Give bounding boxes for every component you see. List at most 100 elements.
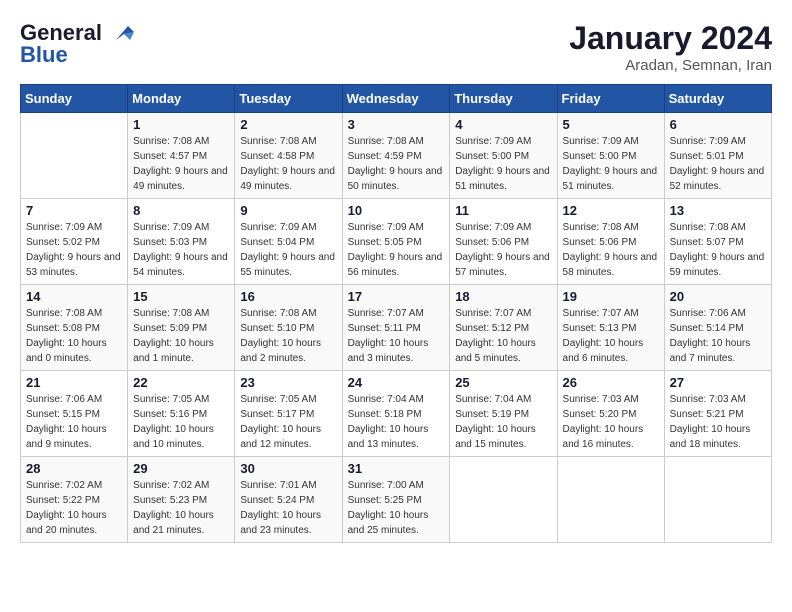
day-info: Sunrise: 7:04 AMSunset: 5:19 PMDaylight:… bbox=[455, 392, 551, 452]
day-info: Sunrise: 7:02 AMSunset: 5:23 PMDaylight:… bbox=[133, 478, 229, 538]
day-number: 8 bbox=[133, 203, 229, 218]
day-info: Sunrise: 7:08 AMSunset: 4:58 PMDaylight:… bbox=[240, 134, 336, 194]
calendar-cell: 9 Sunrise: 7:09 AMSunset: 5:04 PMDayligh… bbox=[235, 199, 342, 285]
calendar-cell: 14 Sunrise: 7:08 AMSunset: 5:08 PMDaylig… bbox=[21, 285, 128, 371]
calendar-cell: 11 Sunrise: 7:09 AMSunset: 5:06 PMDaylig… bbox=[450, 199, 557, 285]
day-info: Sunrise: 7:04 AMSunset: 5:18 PMDaylight:… bbox=[348, 392, 445, 452]
day-info: Sunrise: 7:08 AMSunset: 5:08 PMDaylight:… bbox=[26, 306, 122, 366]
day-number: 21 bbox=[26, 375, 122, 390]
calendar-cell: 12 Sunrise: 7:08 AMSunset: 5:06 PMDaylig… bbox=[557, 199, 664, 285]
calendar-cell bbox=[557, 457, 664, 543]
day-number: 17 bbox=[348, 289, 445, 304]
calendar-cell: 8 Sunrise: 7:09 AMSunset: 5:03 PMDayligh… bbox=[128, 199, 235, 285]
day-info: Sunrise: 7:08 AMSunset: 4:59 PMDaylight:… bbox=[348, 134, 445, 194]
day-info: Sunrise: 7:09 AMSunset: 5:05 PMDaylight:… bbox=[348, 220, 445, 280]
header-sunday: Sunday bbox=[21, 85, 128, 113]
calendar-cell: 23 Sunrise: 7:05 AMSunset: 5:17 PMDaylig… bbox=[235, 371, 342, 457]
calendar-cell: 18 Sunrise: 7:07 AMSunset: 5:12 PMDaylig… bbox=[450, 285, 557, 371]
calendar-cell: 27 Sunrise: 7:03 AMSunset: 5:21 PMDaylig… bbox=[664, 371, 771, 457]
day-info: Sunrise: 7:09 AMSunset: 5:03 PMDaylight:… bbox=[133, 220, 229, 280]
day-info: Sunrise: 7:02 AMSunset: 5:22 PMDaylight:… bbox=[26, 478, 122, 538]
calendar-cell bbox=[450, 457, 557, 543]
day-info: Sunrise: 7:03 AMSunset: 5:20 PMDaylight:… bbox=[563, 392, 659, 452]
day-info: Sunrise: 7:09 AMSunset: 5:02 PMDaylight:… bbox=[26, 220, 122, 280]
calendar-cell: 21 Sunrise: 7:06 AMSunset: 5:15 PMDaylig… bbox=[21, 371, 128, 457]
day-number: 30 bbox=[240, 461, 336, 476]
calendar-cell: 2 Sunrise: 7:08 AMSunset: 4:58 PMDayligh… bbox=[235, 113, 342, 199]
title-block: January 2024 Aradan, Semnan, Iran bbox=[569, 20, 772, 74]
day-number: 16 bbox=[240, 289, 336, 304]
day-number: 2 bbox=[240, 117, 336, 132]
day-info: Sunrise: 7:09 AMSunset: 5:00 PMDaylight:… bbox=[563, 134, 659, 194]
header-monday: Monday bbox=[128, 85, 235, 113]
calendar-header-row: SundayMondayTuesdayWednesdayThursdayFrid… bbox=[21, 85, 772, 113]
calendar-title: January 2024 bbox=[569, 20, 772, 57]
day-number: 5 bbox=[563, 117, 659, 132]
day-info: Sunrise: 7:01 AMSunset: 5:24 PMDaylight:… bbox=[240, 478, 336, 538]
day-info: Sunrise: 7:09 AMSunset: 5:04 PMDaylight:… bbox=[240, 220, 336, 280]
day-number: 25 bbox=[455, 375, 551, 390]
day-info: Sunrise: 7:06 AMSunset: 5:15 PMDaylight:… bbox=[26, 392, 122, 452]
header-wednesday: Wednesday bbox=[342, 85, 450, 113]
day-info: Sunrise: 7:08 AMSunset: 5:07 PMDaylight:… bbox=[670, 220, 766, 280]
calendar-cell: 26 Sunrise: 7:03 AMSunset: 5:20 PMDaylig… bbox=[557, 371, 664, 457]
calendar-cell: 22 Sunrise: 7:05 AMSunset: 5:16 PMDaylig… bbox=[128, 371, 235, 457]
day-info: Sunrise: 7:05 AMSunset: 5:16 PMDaylight:… bbox=[133, 392, 229, 452]
day-number: 3 bbox=[348, 117, 445, 132]
logo: General Blue bbox=[20, 20, 136, 68]
calendar-table: SundayMondayTuesdayWednesdayThursdayFrid… bbox=[20, 84, 772, 543]
day-number: 29 bbox=[133, 461, 229, 476]
day-info: Sunrise: 7:07 AMSunset: 5:12 PMDaylight:… bbox=[455, 306, 551, 366]
page-header: General Blue January 2024 Aradan, Semnan… bbox=[20, 20, 772, 74]
logo-bird-icon bbox=[106, 22, 136, 44]
calendar-cell: 20 Sunrise: 7:06 AMSunset: 5:14 PMDaylig… bbox=[664, 285, 771, 371]
day-info: Sunrise: 7:06 AMSunset: 5:14 PMDaylight:… bbox=[670, 306, 766, 366]
header-saturday: Saturday bbox=[664, 85, 771, 113]
day-info: Sunrise: 7:00 AMSunset: 5:25 PMDaylight:… bbox=[348, 478, 445, 538]
calendar-cell: 7 Sunrise: 7:09 AMSunset: 5:02 PMDayligh… bbox=[21, 199, 128, 285]
calendar-cell: 6 Sunrise: 7:09 AMSunset: 5:01 PMDayligh… bbox=[664, 113, 771, 199]
day-info: Sunrise: 7:08 AMSunset: 5:06 PMDaylight:… bbox=[563, 220, 659, 280]
week-row-5: 28 Sunrise: 7:02 AMSunset: 5:22 PMDaylig… bbox=[21, 457, 772, 543]
day-number: 9 bbox=[240, 203, 336, 218]
day-number: 22 bbox=[133, 375, 229, 390]
calendar-cell: 1 Sunrise: 7:08 AMSunset: 4:57 PMDayligh… bbox=[128, 113, 235, 199]
day-number: 10 bbox=[348, 203, 445, 218]
day-number: 6 bbox=[670, 117, 766, 132]
calendar-subtitle: Aradan, Semnan, Iran bbox=[569, 57, 772, 74]
week-row-1: 1 Sunrise: 7:08 AMSunset: 4:57 PMDayligh… bbox=[21, 113, 772, 199]
logo-blue-text: Blue bbox=[20, 42, 68, 68]
day-number: 1 bbox=[133, 117, 229, 132]
header-friday: Friday bbox=[557, 85, 664, 113]
day-info: Sunrise: 7:08 AMSunset: 4:57 PMDaylight:… bbox=[133, 134, 229, 194]
day-info: Sunrise: 7:08 AMSunset: 5:10 PMDaylight:… bbox=[240, 306, 336, 366]
calendar-cell bbox=[664, 457, 771, 543]
day-number: 31 bbox=[348, 461, 445, 476]
calendar-cell: 17 Sunrise: 7:07 AMSunset: 5:11 PMDaylig… bbox=[342, 285, 450, 371]
calendar-cell: 10 Sunrise: 7:09 AMSunset: 5:05 PMDaylig… bbox=[342, 199, 450, 285]
calendar-cell: 28 Sunrise: 7:02 AMSunset: 5:22 PMDaylig… bbox=[21, 457, 128, 543]
calendar-cell: 30 Sunrise: 7:01 AMSunset: 5:24 PMDaylig… bbox=[235, 457, 342, 543]
calendar-cell: 4 Sunrise: 7:09 AMSunset: 5:00 PMDayligh… bbox=[450, 113, 557, 199]
calendar-cell: 13 Sunrise: 7:08 AMSunset: 5:07 PMDaylig… bbox=[664, 199, 771, 285]
day-number: 24 bbox=[348, 375, 445, 390]
calendar-cell: 5 Sunrise: 7:09 AMSunset: 5:00 PMDayligh… bbox=[557, 113, 664, 199]
day-number: 23 bbox=[240, 375, 336, 390]
day-number: 20 bbox=[670, 289, 766, 304]
day-number: 27 bbox=[670, 375, 766, 390]
week-row-3: 14 Sunrise: 7:08 AMSunset: 5:08 PMDaylig… bbox=[21, 285, 772, 371]
calendar-cell: 16 Sunrise: 7:08 AMSunset: 5:10 PMDaylig… bbox=[235, 285, 342, 371]
calendar-cell: 31 Sunrise: 7:00 AMSunset: 5:25 PMDaylig… bbox=[342, 457, 450, 543]
day-info: Sunrise: 7:08 AMSunset: 5:09 PMDaylight:… bbox=[133, 306, 229, 366]
day-number: 28 bbox=[26, 461, 122, 476]
day-number: 26 bbox=[563, 375, 659, 390]
calendar-cell: 15 Sunrise: 7:08 AMSunset: 5:09 PMDaylig… bbox=[128, 285, 235, 371]
header-thursday: Thursday bbox=[450, 85, 557, 113]
week-row-4: 21 Sunrise: 7:06 AMSunset: 5:15 PMDaylig… bbox=[21, 371, 772, 457]
day-info: Sunrise: 7:09 AMSunset: 5:06 PMDaylight:… bbox=[455, 220, 551, 280]
day-number: 19 bbox=[563, 289, 659, 304]
day-info: Sunrise: 7:03 AMSunset: 5:21 PMDaylight:… bbox=[670, 392, 766, 452]
day-number: 7 bbox=[26, 203, 122, 218]
day-number: 11 bbox=[455, 203, 551, 218]
day-number: 14 bbox=[26, 289, 122, 304]
